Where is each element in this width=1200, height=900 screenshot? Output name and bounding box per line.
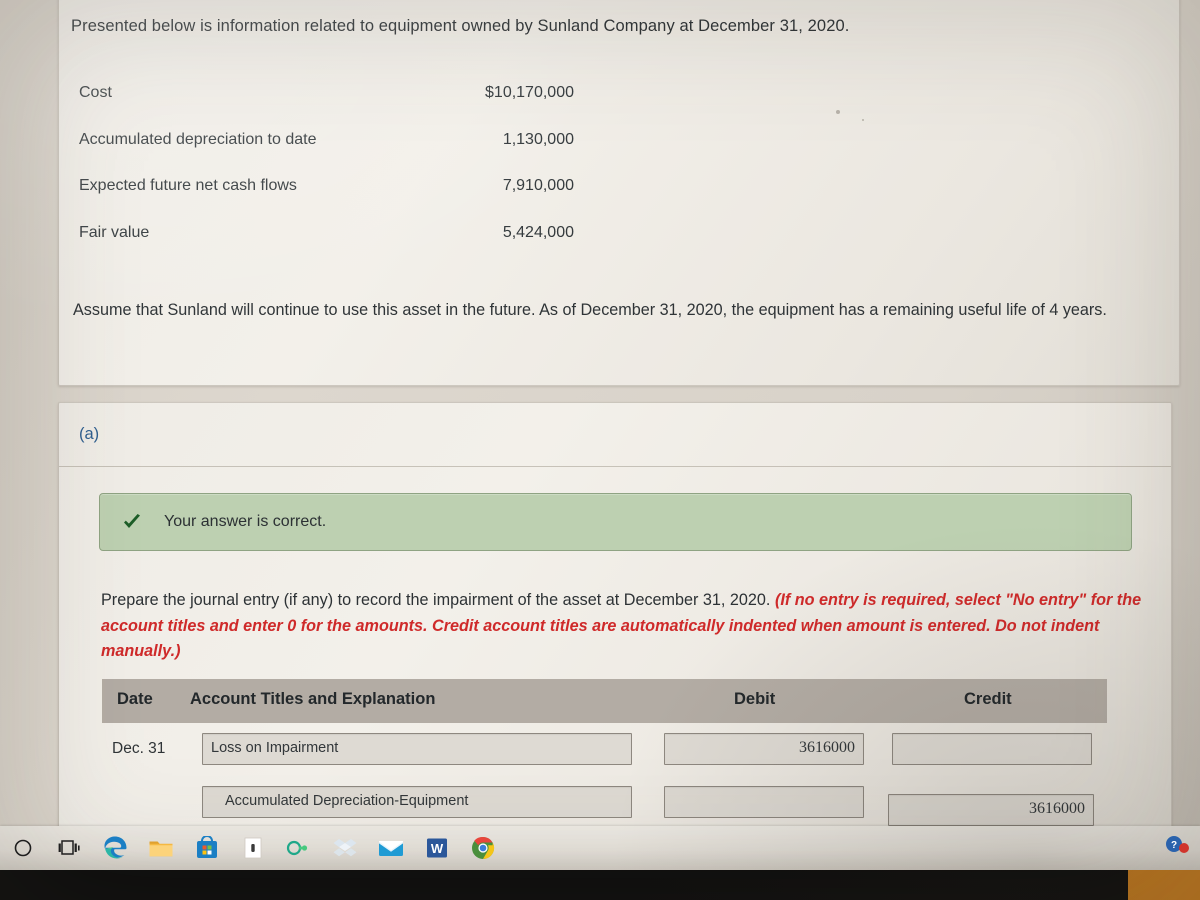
task-view-icon[interactable] — [46, 826, 92, 870]
journal-table-header: Date Account Titles and Explanation Debi… — [102, 679, 1107, 723]
column-header-credit: Credit — [964, 690, 1012, 708]
entry-date: Dec. 31 — [112, 740, 166, 757]
info-value: 7,910,000 — [502, 177, 574, 195]
info-label: Expected future net cash flows — [79, 177, 297, 195]
mail-icon[interactable] — [368, 826, 414, 870]
journal-entry-table: Date Account Titles and Explanation Debi… — [102, 679, 1112, 837]
assumption-paragraph: Assume that Sunland will continue to use… — [73, 301, 1107, 319]
part-a-card: (a) Your answer is correct. Prepare the … — [58, 402, 1172, 874]
debit-amount-input-row1[interactable]: 3616000 — [664, 733, 864, 765]
desk-accent — [1128, 870, 1200, 900]
table-row: Expected future net cash flows 7,910,000 — [79, 163, 574, 210]
instruction-lead: Prepare the journal entry (if any) to re… — [101, 591, 771, 609]
office-loop-icon[interactable] — [276, 826, 322, 870]
svg-text:W: W — [431, 841, 444, 856]
intro-paragraph: Presented below is information related t… — [71, 17, 850, 35]
equipment-info-card: Presented below is information related t… — [58, 0, 1180, 386]
info-label: Fair value — [79, 223, 150, 241]
file-explorer-icon[interactable] — [138, 826, 184, 870]
info-value: 1,130,000 — [502, 130, 574, 148]
column-header-debit: Debit — [734, 690, 776, 708]
table-row: Fair value 5,424,000 — [79, 210, 574, 257]
column-header-account: Account Titles and Explanation — [190, 690, 436, 708]
column-header-date: Date — [117, 690, 153, 708]
cortana-search-icon[interactable] — [0, 826, 46, 870]
instruction-paragraph: Prepare the journal entry (if any) to re… — [101, 588, 1161, 665]
info-label: Cost — [79, 84, 112, 102]
debit-amount-input-row2[interactable] — [664, 786, 864, 818]
part-label: (a) — [79, 425, 100, 443]
desk-surface — [0, 870, 1200, 900]
google-chrome-icon[interactable] — [460, 826, 506, 870]
account-title-input-row2[interactable]: Accumulated Depreciation-Equipment — [202, 786, 632, 818]
microsoft-edge-icon[interactable] — [92, 826, 138, 870]
notification-tray-icon[interactable]: ? — [1162, 832, 1192, 858]
courseware-page: Presented below is information related t… — [0, 0, 1200, 874]
info-value: $10,170,000 — [485, 84, 574, 102]
table-row: Accumulated depreciation to date 1,130,0… — [79, 117, 574, 164]
microsoft-store-icon[interactable] — [184, 826, 230, 870]
info-value: 5,424,000 — [502, 223, 574, 241]
photographed-screen: Presented below is information related t… — [0, 0, 1200, 900]
credit-amount-input-row1[interactable] — [892, 733, 1092, 765]
info-label: Accumulated depreciation to date — [79, 130, 317, 148]
check-icon — [122, 512, 142, 532]
microsoft-word-icon[interactable]: W — [414, 826, 460, 870]
windows-taskbar[interactable]: W — [0, 826, 1200, 870]
answer-feedback-banner: Your answer is correct. — [99, 493, 1132, 551]
equipment-info-table: Cost $10,170,000 Accumulated depreciatio… — [79, 70, 574, 256]
document-app-icon[interactable] — [230, 826, 276, 870]
section-divider — [59, 466, 1171, 467]
credit-amount-input-row2[interactable]: 3616000 — [888, 794, 1094, 826]
dropbox-icon[interactable] — [322, 826, 368, 870]
table-row: Dec. 31 Loss on Impairment 3616000 — [102, 723, 1107, 780]
answer-feedback-text: Your answer is correct. — [164, 513, 327, 530]
table-row: Cost $10,170,000 — [79, 70, 574, 117]
svg-text:?: ? — [1171, 840, 1177, 851]
account-title-input-row1[interactable]: Loss on Impairment — [202, 733, 632, 765]
